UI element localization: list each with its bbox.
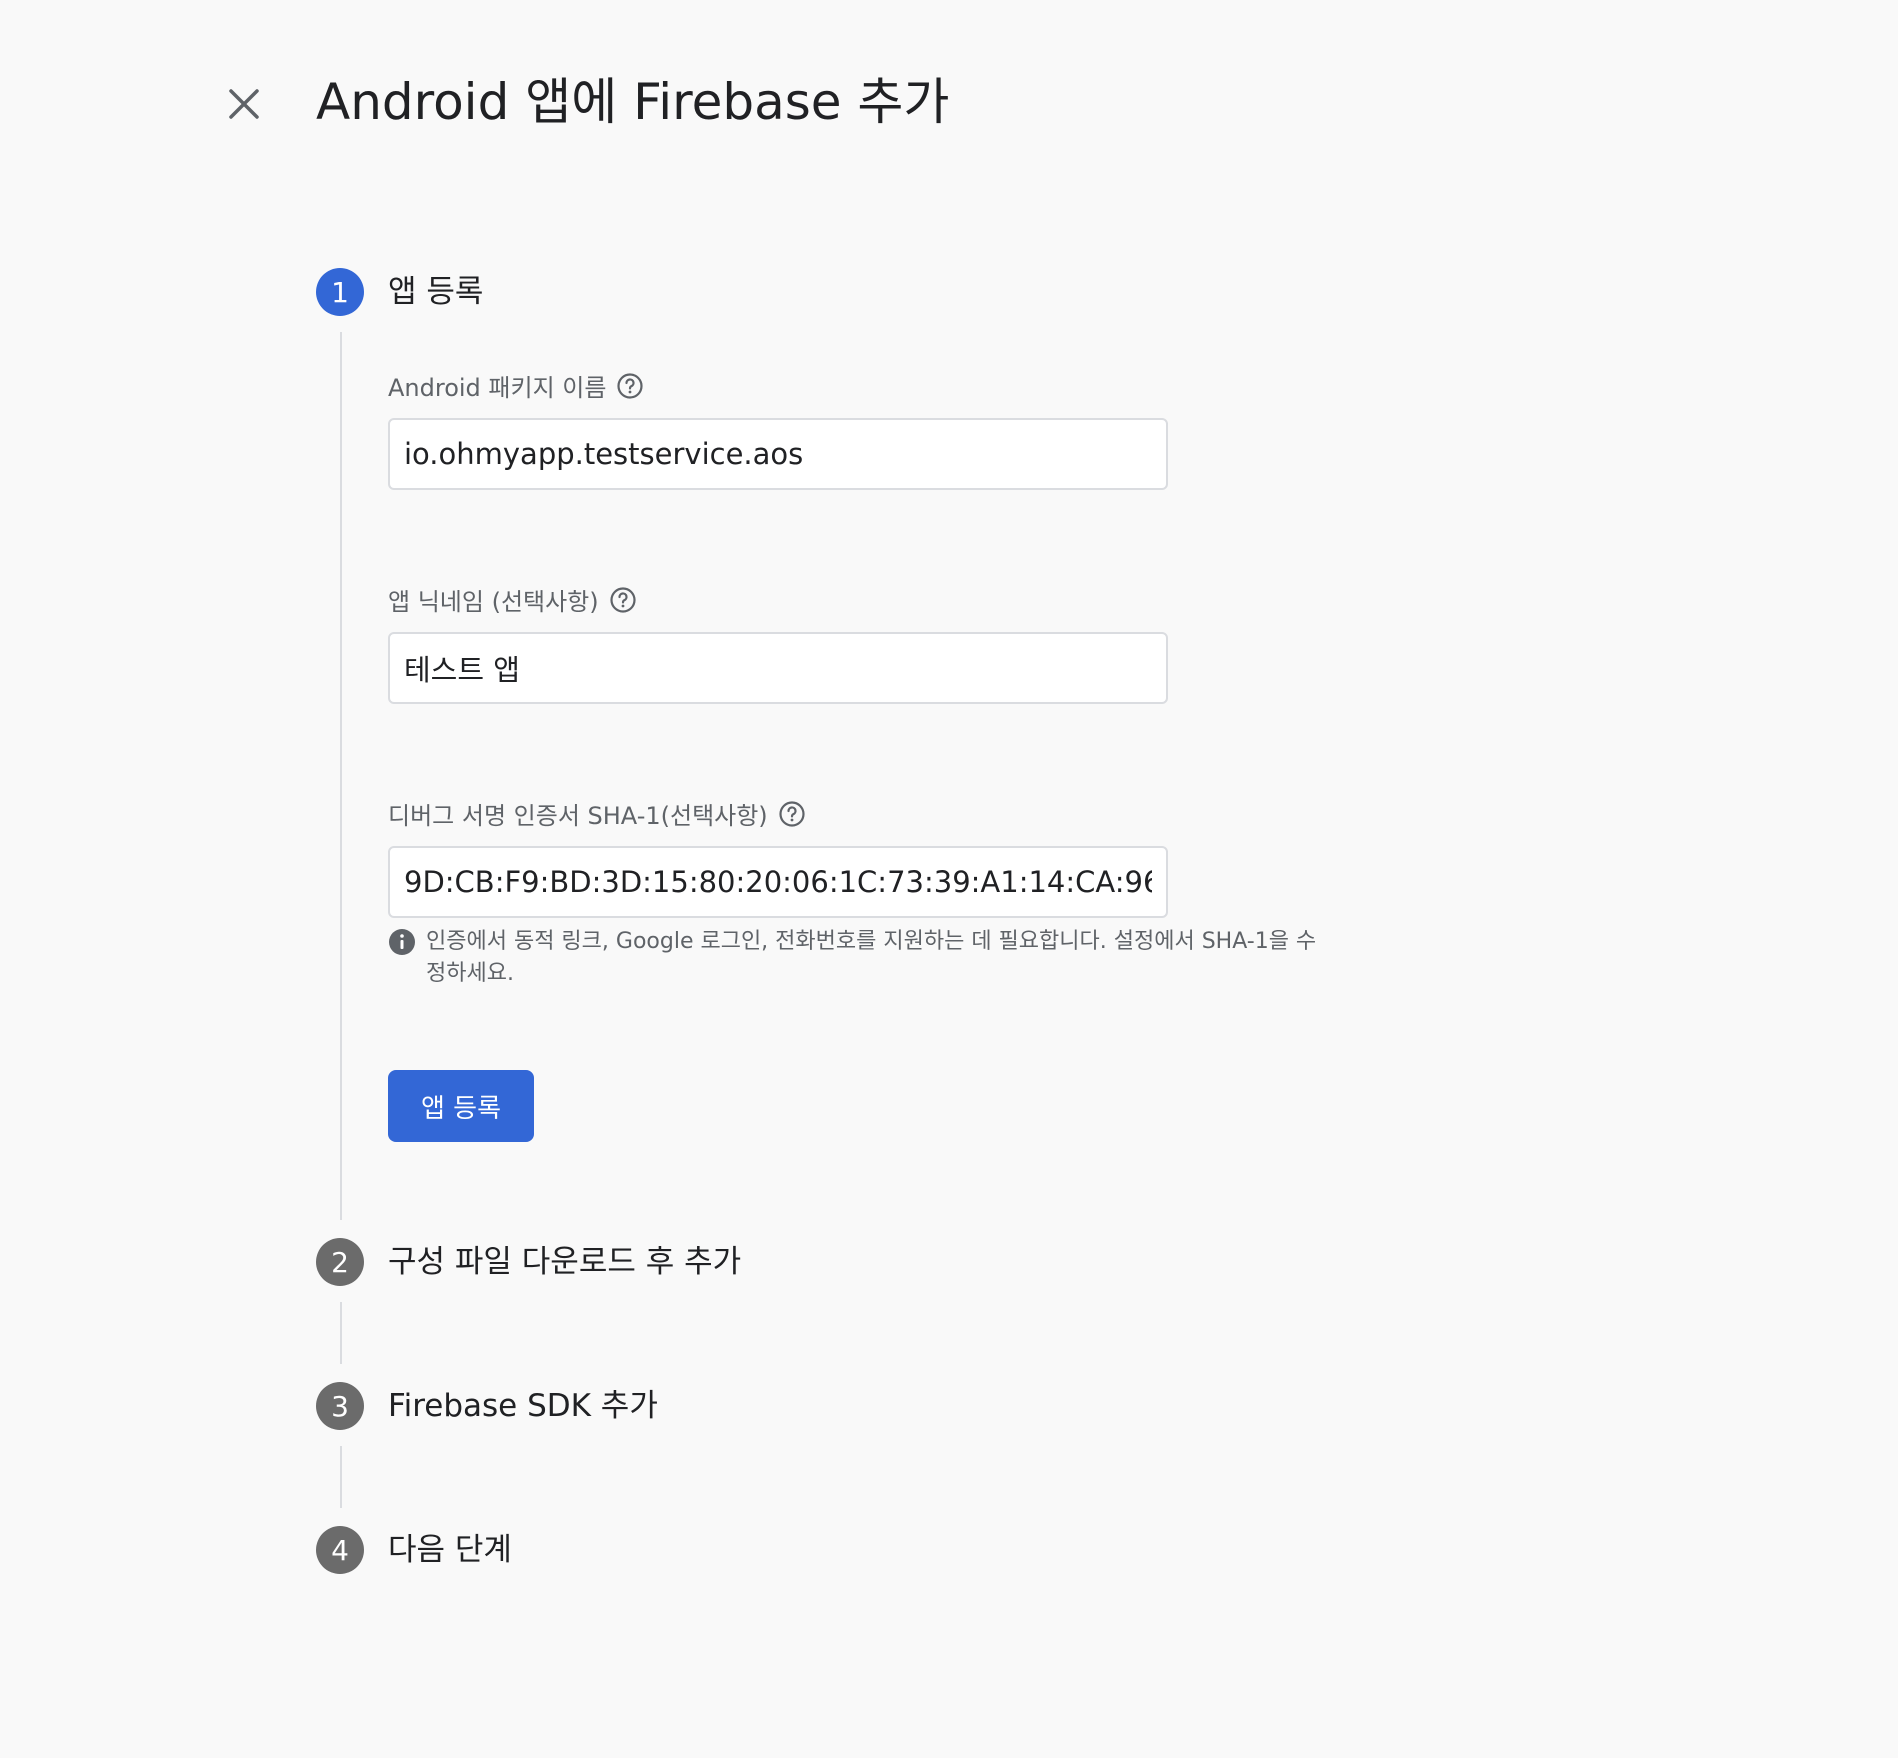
step-2-number: 2 (316, 1238, 364, 1286)
close-icon (229, 89, 259, 119)
help-circle-icon[interactable] (778, 800, 806, 828)
step-3-title: Firebase SDK 추가 (388, 1388, 658, 1424)
step-4-title: 다음 단계 (388, 1532, 512, 1568)
sha1-label: 디버그 서명 인증서 SHA-1(선택사항) (388, 802, 768, 830)
step-connector (340, 1302, 342, 1364)
step-connector (340, 1446, 342, 1508)
sha1-label-row: 디버그 서명 인증서 SHA-1(선택사항) (388, 796, 806, 831)
step-connector (340, 332, 342, 1220)
help-circle-icon[interactable] (609, 586, 637, 614)
sha1-hint-text: 인증에서 동적 링크, Google 로그인, 전화번호를 지원하는 데 필요합… (426, 929, 1317, 986)
package-name-label-row: Android 패키지 이름 (388, 368, 644, 403)
step-4-number: 4 (316, 1526, 364, 1574)
sha1-hint: 인증에서 동적 링크, Google 로그인, 전화번호를 지원하는 데 필요합… (388, 926, 1328, 990)
step-2-title: 구성 파일 다운로드 후 추가 (388, 1244, 742, 1280)
close-button[interactable] (218, 78, 270, 130)
help-circle-icon[interactable] (616, 372, 644, 400)
package-name-label: Android 패키지 이름 (388, 374, 607, 402)
nickname-input[interactable] (388, 632, 1168, 704)
register-app-button[interactable]: 앱 등록 (388, 1070, 534, 1142)
step-1-number: 1 (316, 268, 364, 316)
sha1-input[interactable] (388, 846, 1168, 918)
step-3-number: 3 (316, 1382, 364, 1430)
info-icon (389, 929, 415, 955)
nickname-label-row: 앱 닉네임 (선택사항) (388, 582, 637, 617)
nickname-label: 앱 닉네임 (선택사항) (388, 588, 599, 616)
package-name-input[interactable] (388, 418, 1168, 490)
step-1-title: 앱 등록 (388, 274, 484, 310)
page-title: Android 앱에 Firebase 추가 (316, 73, 950, 131)
